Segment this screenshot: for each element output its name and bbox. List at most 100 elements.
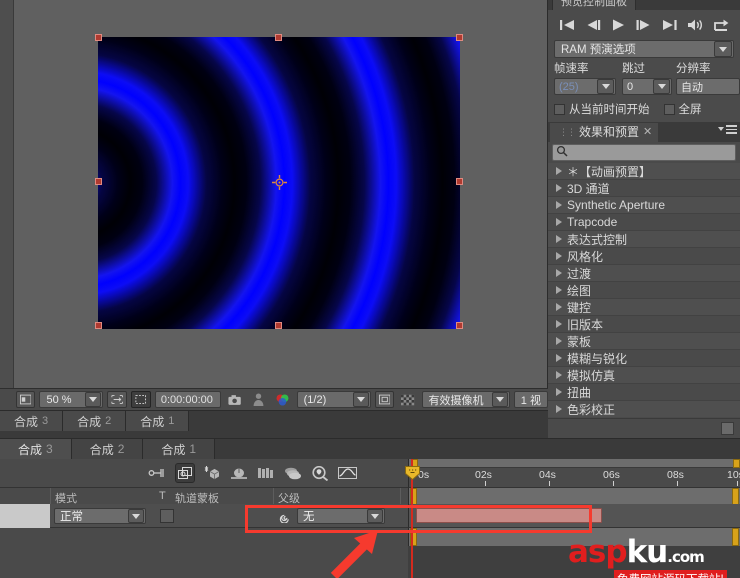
list-item[interactable]: 表达式控制 <box>548 231 740 248</box>
chevron-down-icon[interactable] <box>714 41 732 57</box>
layer-blend-mode-combo[interactable]: 正常 <box>54 508 146 524</box>
timeline-layer-row[interactable]: 正常 无 <box>0 504 408 528</box>
list-item[interactable]: 旧版本 <box>548 316 740 333</box>
ram-preview-options-combo[interactable]: RAM 预演选项 <box>554 40 734 58</box>
current-time-field[interactable]: 0:00:00:00 <box>154 391 222 408</box>
chevron-right-icon[interactable] <box>556 354 562 362</box>
chevron-right-icon[interactable] <box>556 303 562 311</box>
selection-handle-bl[interactable] <box>95 322 102 329</box>
timeline-layer-track[interactable] <box>408 504 740 528</box>
chevron-down-icon[interactable] <box>653 79 670 94</box>
list-item[interactable]: Trapcode <box>548 214 740 231</box>
start-at-current-time-checkbox[interactable]: 从当前时间开始 <box>554 101 650 117</box>
selection-handle-tc[interactable] <box>275 34 282 41</box>
framerate-combo[interactable]: (25) <box>554 78 616 95</box>
list-item[interactable]: 蒙板 <box>548 333 740 350</box>
chevron-right-icon[interactable] <box>556 269 562 277</box>
list-item[interactable]: 模拟仿真 <box>548 367 740 384</box>
panel-menu-icon[interactable] <box>718 125 737 134</box>
selection-handle-tl[interactable] <box>95 34 102 41</box>
selection-handle-ml[interactable] <box>95 178 102 185</box>
work-area-bar[interactable] <box>409 459 740 468</box>
work-area-end-handle-3[interactable] <box>732 528 739 546</box>
chevron-right-icon[interactable] <box>556 388 562 396</box>
next-frame-icon[interactable] <box>635 18 652 32</box>
list-item[interactable]: ＊【动画预置】 <box>548 163 740 180</box>
list-item[interactable]: 过渡 <box>548 265 740 282</box>
resolution-combo[interactable]: (1/2) <box>296 391 371 408</box>
layer-parent-combo[interactable]: 无 <box>297 508 385 524</box>
last-frame-icon[interactable] <box>661 18 678 32</box>
chevron-right-icon[interactable] <box>556 235 562 243</box>
chevron-right-icon[interactable] <box>556 371 562 379</box>
work-area-end-handle[interactable] <box>733 459 740 468</box>
layer-duration-bar[interactable] <box>416 508 602 523</box>
chevron-right-icon[interactable] <box>556 184 562 192</box>
audio-icon[interactable] <box>687 18 704 32</box>
track-matte-checkbox[interactable] <box>160 509 174 523</box>
mask-toggle-icon[interactable] <box>131 391 151 408</box>
3d-renderer-icon[interactable] <box>202 463 222 483</box>
list-item[interactable]: 3D 通道 <box>548 180 740 197</box>
selection-handle-br[interactable] <box>456 322 463 329</box>
selection-handle-tr[interactable] <box>456 34 463 41</box>
region-box-icon[interactable] <box>374 391 395 408</box>
always-preview-icon[interactable] <box>16 391 36 408</box>
chevron-down-icon[interactable] <box>597 79 614 94</box>
list-item[interactable]: Synthetic Aperture <box>548 197 740 214</box>
column-header-t[interactable]: T <box>159 490 166 502</box>
chevron-down-icon[interactable] <box>128 509 144 523</box>
zoom-level-combo[interactable]: 50 % <box>39 391 104 408</box>
previous-frame-icon[interactable] <box>585 18 602 32</box>
effects-category-list[interactable]: ＊【动画预置】 3D 通道 Synthetic Aperture Trapcod… <box>548 163 740 417</box>
close-icon[interactable]: ✕ <box>643 123 652 142</box>
chevron-down-icon[interactable] <box>352 392 369 407</box>
views-count-combo[interactable]: 1 视 <box>513 391 548 408</box>
preview-panel-menu-icon[interactable] <box>716 0 738 8</box>
checkbox-box[interactable] <box>663 103 675 115</box>
chevron-right-icon[interactable] <box>556 286 562 294</box>
viewer-comp-tab-1[interactable]: 合成 1 <box>126 411 190 431</box>
viewer-comp-tab-2[interactable]: 合成 2 <box>63 411 127 431</box>
fullscreen-checkbox[interactable]: 全屏 <box>663 101 702 117</box>
list-item[interactable]: 风格化 <box>548 248 740 265</box>
frame-blending-icon[interactable] <box>256 463 276 483</box>
chevron-right-icon[interactable] <box>556 320 562 328</box>
play-icon[interactable] <box>611 18 626 32</box>
list-item[interactable]: 绘图 <box>548 282 740 299</box>
list-item[interactable]: 色彩校正 <box>548 401 740 417</box>
chevron-right-icon[interactable] <box>556 337 562 345</box>
chevron-down-icon[interactable] <box>491 392 508 407</box>
chevron-down-icon[interactable] <box>85 392 102 407</box>
layer-switches-icon[interactable] <box>148 463 168 483</box>
list-item[interactable]: 模糊与锐化 <box>548 350 740 367</box>
shy-layers-icon[interactable] <box>283 463 303 483</box>
anchor-point-icon[interactable] <box>272 175 287 190</box>
active-camera-combo[interactable]: 有效摄像机 <box>421 391 510 408</box>
pickwhip-spiral-icon[interactable] <box>279 510 292 526</box>
chevron-right-icon[interactable] <box>556 405 562 413</box>
skip-combo[interactable]: 0 <box>622 78 672 95</box>
graph-editor-icon[interactable] <box>337 463 357 483</box>
timeline-tab-comp-1[interactable]: 合成 1 <box>143 439 216 459</box>
chevron-down-icon[interactable] <box>367 509 383 523</box>
selection-handle-mr[interactable] <box>456 178 463 185</box>
list-item[interactable]: 键控 <box>548 299 740 316</box>
show-snapshot-icon[interactable] <box>249 391 268 408</box>
preview-panel-tab[interactable]: 预览控制面板 <box>552 0 636 10</box>
playhead-marker[interactable] <box>405 466 420 481</box>
layer-name-cell[interactable] <box>0 504 50 528</box>
channels-icon[interactable] <box>272 391 293 408</box>
transparency-grid-icon[interactable] <box>398 391 417 408</box>
chevron-right-icon[interactable] <box>556 218 562 226</box>
chevron-right-icon[interactable] <box>556 167 562 175</box>
brainstorm-icon[interactable] <box>310 463 330 483</box>
selection-handle-bc[interactable] <box>275 322 282 329</box>
first-frame-icon[interactable] <box>559 18 576 32</box>
preview-resolution-combo[interactable]: 自动 <box>676 78 740 95</box>
region-of-interest-icon[interactable] <box>107 391 128 408</box>
viewer-comp-tab-3[interactable]: 合成 3 <box>0 411 64 431</box>
list-item[interactable]: 扭曲 <box>548 384 740 401</box>
motion-blur-icon[interactable] <box>229 463 249 483</box>
search-input[interactable] <box>552 144 736 161</box>
